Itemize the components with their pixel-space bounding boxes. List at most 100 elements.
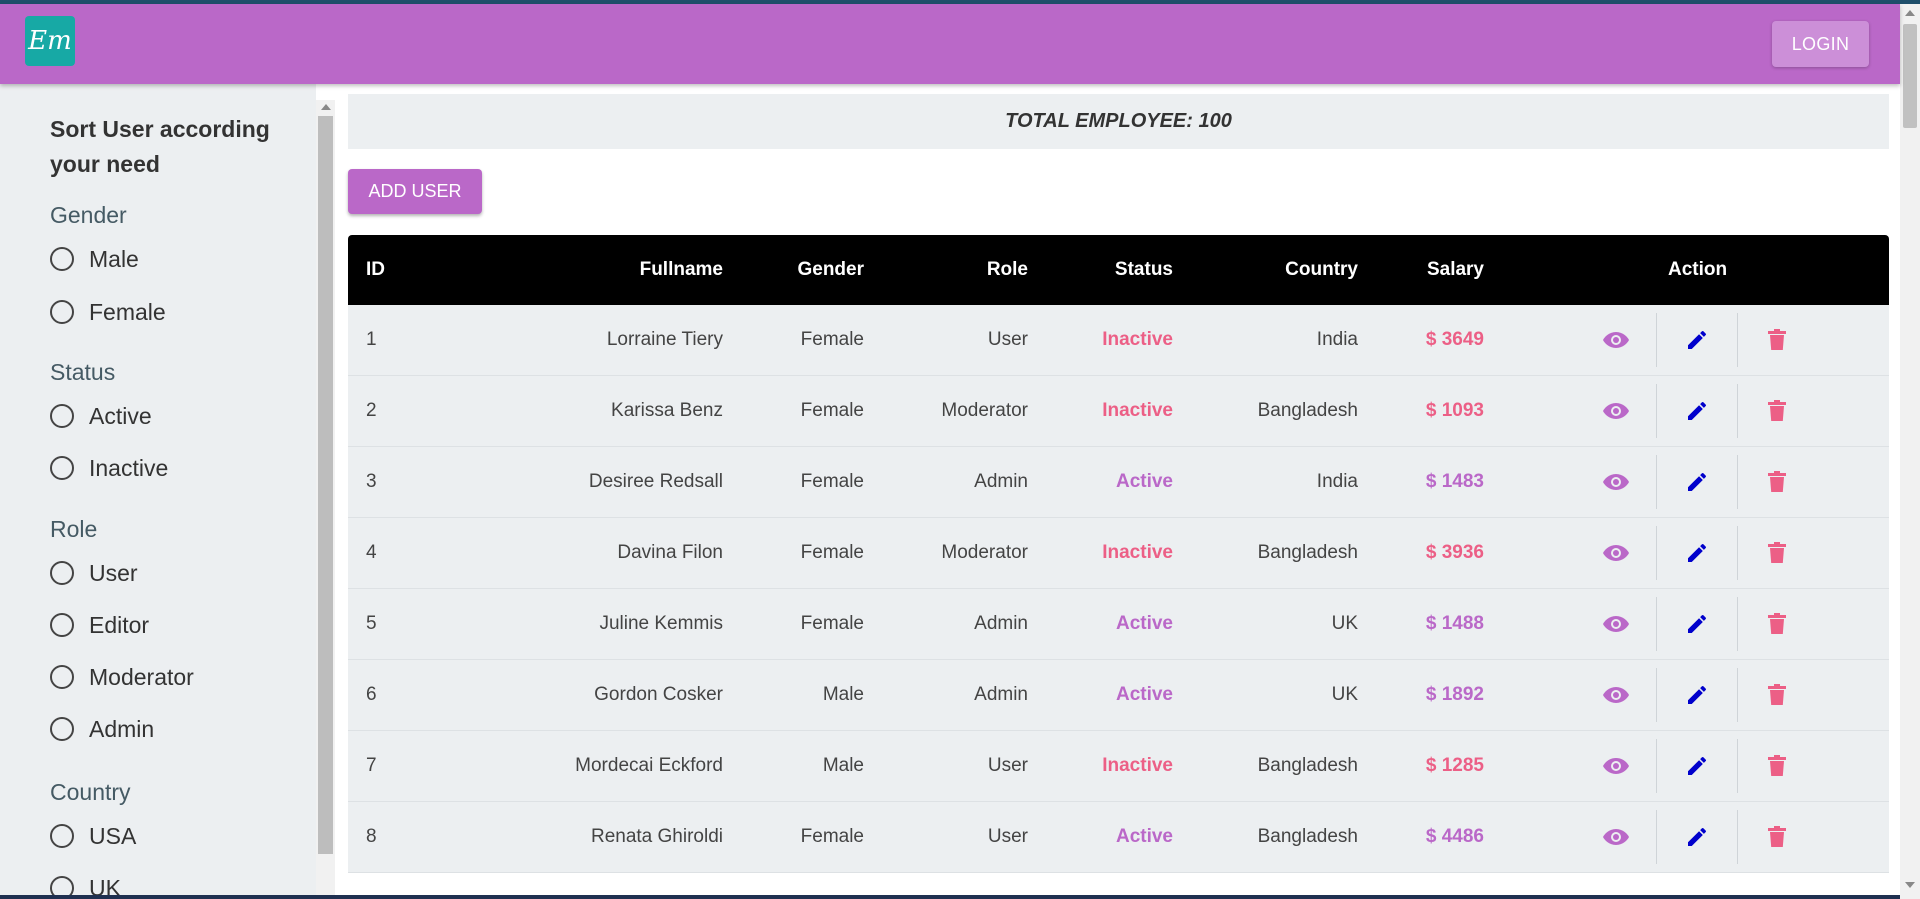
option-label: USA [89, 822, 137, 849]
trash-icon[interactable] [1759, 322, 1795, 358]
radio-button[interactable] [50, 300, 74, 324]
table-row: 3 Desiree Redsall Female Admin Active India $ … [348, 447, 1889, 518]
status-option-inactive[interactable]: Inactive [50, 453, 168, 483]
cell-id: 1 [366, 329, 377, 350]
pencil-icon[interactable] [1679, 393, 1715, 429]
view-icon[interactable] [1598, 677, 1634, 713]
view-icon[interactable] [1598, 535, 1634, 571]
cell-role: Moderator [941, 400, 1028, 421]
cell-fullname: Mordecai Eckford [575, 755, 723, 776]
gender-option-male[interactable]: Male [50, 244, 139, 274]
radio-button[interactable] [50, 561, 74, 585]
view-icon[interactable] [1598, 322, 1634, 358]
option-label: Editor [89, 611, 150, 638]
pencil-icon[interactable] [1679, 535, 1715, 571]
status-option-active[interactable]: Active [50, 401, 152, 431]
cell-salary: $ 1892 [1425, 684, 1484, 705]
view-icon[interactable] [1598, 748, 1634, 784]
radio-button[interactable] [50, 665, 74, 689]
filter-sidebar: Sort User according your need Gender Mal… [0, 84, 316, 899]
view-icon[interactable] [1598, 819, 1634, 855]
trash-icon[interactable] [1759, 464, 1795, 500]
view-icon[interactable] [1598, 464, 1634, 500]
cell-country: India [1316, 329, 1358, 350]
scroll-down-arrow-icon[interactable] [1905, 882, 1915, 888]
scroll-up-arrow-icon[interactable] [1905, 10, 1915, 16]
role-option-moderator[interactable]: Moderator [50, 662, 194, 692]
cell-salary: $ 4486 [1425, 826, 1484, 847]
radio-button[interactable] [50, 456, 74, 480]
trash-icon[interactable] [1759, 677, 1795, 713]
option-label: Active [89, 402, 152, 429]
table-row: 8 Renata Ghiroldi Female User Active Banglade… [348, 802, 1889, 873]
action-divider [1656, 597, 1657, 651]
action-divider [1656, 313, 1657, 367]
cell-role: Admin [974, 613, 1028, 634]
action-divider [1737, 739, 1738, 793]
trash-icon[interactable] [1759, 819, 1795, 855]
table-row: 7 Mordecai Eckford Male User Inactive Banglad… [348, 731, 1889, 802]
option-label: User [89, 559, 138, 586]
header-fullname: Fullname [639, 259, 723, 280]
view-icon[interactable] [1598, 393, 1634, 429]
cell-country: UK [1331, 684, 1358, 705]
action-divider [1656, 455, 1657, 509]
trash-icon[interactable] [1759, 393, 1795, 429]
pencil-icon[interactable] [1679, 322, 1715, 358]
scroll-up-arrow-icon[interactable] [321, 104, 331, 110]
pencil-icon[interactable] [1679, 464, 1715, 500]
cell-gender: Female [800, 542, 864, 563]
role-heading: Role [50, 516, 98, 542]
role-option-admin[interactable]: Admin [50, 714, 154, 744]
country-option-usa[interactable]: USA [50, 821, 136, 851]
role-option-editor[interactable]: Editor [50, 610, 149, 640]
scrollbar-thumb[interactable] [318, 116, 333, 854]
header-salary: Salary [1426, 259, 1484, 280]
page-scrollbar[interactable] [1900, 4, 1920, 899]
radio-button[interactable] [50, 717, 74, 741]
cell-role: Admin [974, 471, 1028, 492]
cell-salary: $ 1483 [1425, 471, 1484, 492]
option-label: Female [89, 298, 166, 325]
action-divider [1656, 668, 1657, 722]
header-gender: Gender [797, 259, 864, 280]
cell-salary: $ 3649 [1425, 329, 1484, 350]
add-user-button[interactable]: ADD USER [348, 169, 482, 214]
cell-salary: $ 1093 [1425, 400, 1484, 421]
status-heading: Status [50, 359, 116, 385]
pencil-icon[interactable] [1679, 606, 1715, 642]
login-button[interactable]: LOGIN [1772, 21, 1869, 67]
sidebar-title: Sort User according your need [50, 116, 270, 177]
cell-gender: Male [822, 755, 864, 776]
table-row: 2 Karissa Benz Female Moderator Inactive Bang… [348, 376, 1889, 447]
scrollbar-thumb[interactable] [1903, 24, 1917, 128]
trash-icon[interactable] [1759, 535, 1795, 571]
trash-icon[interactable] [1759, 748, 1795, 784]
cell-id: 3 [366, 471, 377, 492]
sidebar-scrollbar[interactable] [316, 100, 335, 899]
radio-button[interactable] [50, 824, 74, 848]
cell-fullname: Renata Ghiroldi [590, 826, 723, 847]
cell-salary: $ 3936 [1425, 542, 1484, 563]
cell-fullname: Karissa Benz [611, 400, 723, 421]
cell-country: India [1316, 471, 1358, 492]
cell-status: Inactive [1102, 542, 1173, 563]
role-option-user[interactable]: User [50, 558, 138, 588]
cell-fullname: Gordon Cosker [594, 684, 723, 705]
radio-button[interactable] [50, 613, 74, 637]
table-header: ID Fullname Gender Role Status Country S… [348, 235, 1889, 305]
view-icon[interactable] [1598, 606, 1634, 642]
trash-icon[interactable] [1759, 606, 1795, 642]
pencil-icon[interactable] [1679, 748, 1715, 784]
pencil-icon[interactable] [1679, 677, 1715, 713]
cell-id: 7 [366, 755, 377, 776]
cell-status: Inactive [1102, 755, 1173, 776]
cell-country: Bangladesh [1257, 400, 1358, 421]
option-label: Moderator [89, 663, 194, 690]
radio-button[interactable] [50, 404, 74, 428]
radio-button[interactable] [50, 247, 74, 271]
app-logo[interactable]: Em [25, 16, 75, 66]
action-divider [1656, 739, 1657, 793]
gender-option-female[interactable]: Female [50, 297, 166, 327]
pencil-icon[interactable] [1679, 819, 1715, 855]
